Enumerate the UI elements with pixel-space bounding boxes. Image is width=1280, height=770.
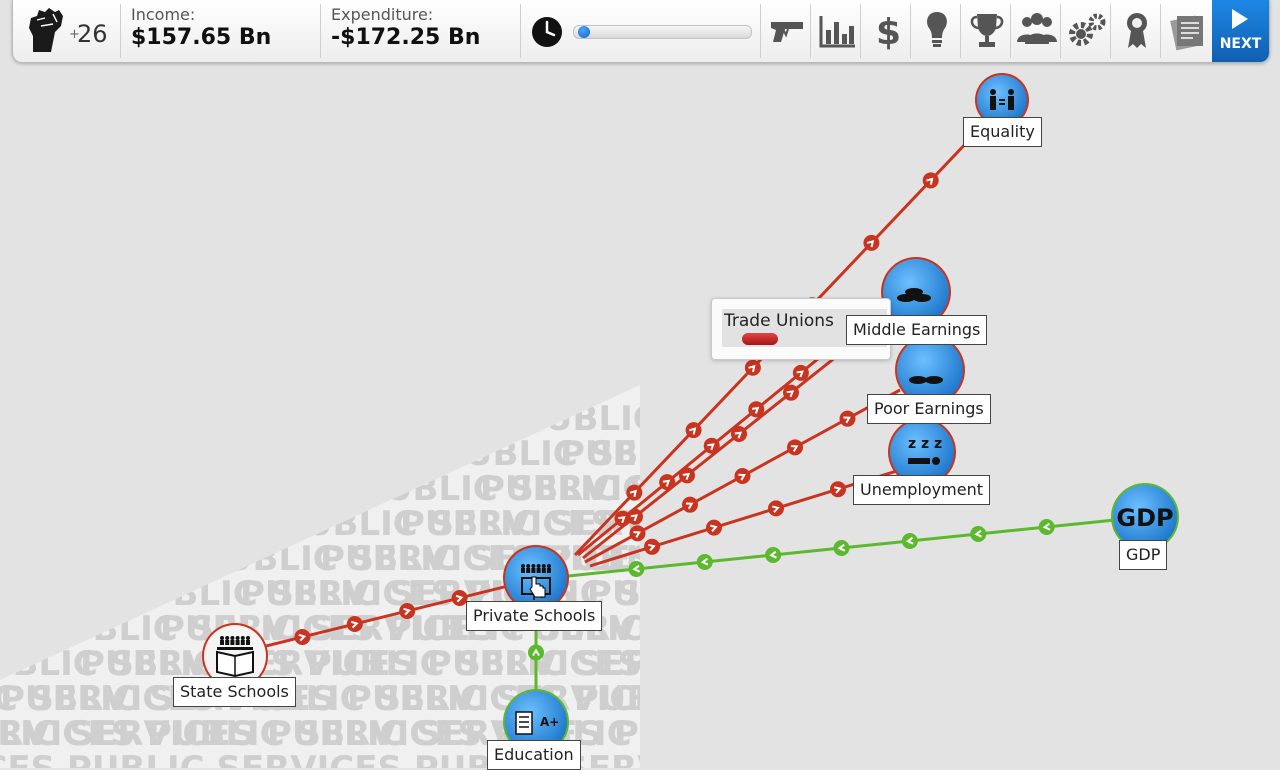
awards-button[interactable] — [1113, 6, 1161, 56]
political-capital[interactable]: + 26 — [21, 6, 121, 56]
tooltip-level-bar — [742, 333, 778, 345]
flow-marker — [922, 172, 939, 189]
flow-marker — [744, 359, 761, 376]
flow-marker — [833, 540, 850, 556]
svg-text:A+: A+ — [540, 715, 559, 729]
income-value: $157.65 Bn — [131, 25, 272, 50]
raised-fist-icon — [29, 8, 63, 52]
income-panel[interactable]: Income: $157.65 Bn — [131, 5, 271, 50]
gdp-label[interactable]: GDP — [1119, 540, 1168, 570]
gdp-icon-text: GDP — [1116, 504, 1173, 532]
flow-marker — [628, 561, 645, 577]
flow-marker — [839, 410, 856, 427]
flow-marker — [696, 554, 713, 570]
flow-marker — [863, 234, 880, 251]
voters-button[interactable] — [1013, 6, 1061, 56]
achievements-button[interactable] — [963, 6, 1011, 56]
poor-earnings-label[interactable]: Poor Earnings — [867, 394, 991, 424]
flow-marker — [294, 629, 311, 645]
ribbon-award-icon — [1127, 13, 1147, 48]
flow-marker — [644, 538, 660, 555]
flow-marker — [792, 364, 809, 381]
middle-earnings-label-overlay[interactable]: Middle Earnings — [846, 315, 988, 345]
svg-text:PUBLIC SERVICES PUBLIC SERVICE: PUBLIC SERVICES PUBLIC SERVICES PUBLIC S… — [240, 574, 1280, 614]
turn-progress-knob — [578, 26, 591, 38]
documents-icon — [1170, 15, 1203, 51]
unemployment-label[interactable]: Unemployment — [853, 475, 990, 505]
sleeping-icon: z z z — [908, 436, 942, 465]
statistics-button[interactable] — [813, 6, 861, 56]
flow-marker — [629, 525, 646, 542]
flow-marker — [970, 526, 987, 542]
political-capital-value: 26 — [77, 20, 108, 48]
flow-marker — [706, 519, 722, 536]
expenditure-value: -$172.25 Bn — [331, 25, 481, 50]
play-icon — [1232, 9, 1248, 29]
education-label[interactable]: Education — [487, 740, 581, 770]
state-schools-label[interactable]: State Schools — [173, 677, 296, 707]
flow-marker — [787, 439, 803, 456]
police-button[interactable] — [763, 6, 811, 56]
gears-icon — [1069, 13, 1106, 46]
flow-marker — [627, 508, 643, 525]
next-label: NEXT — [1219, 36, 1262, 52]
flow-marker — [346, 616, 363, 632]
flow-marker — [679, 467, 695, 484]
next-turn-button[interactable]: NEXT — [1212, 0, 1269, 62]
flow-marker — [783, 384, 799, 401]
people-icon — [1017, 13, 1057, 44]
expenditure-panel[interactable]: Expenditure: -$172.25 Bn — [331, 5, 480, 50]
flow-marker — [901, 533, 918, 549]
bar-chart-icon — [819, 16, 855, 48]
flow-marker — [626, 484, 643, 501]
flow-marker — [399, 603, 416, 619]
policy-map[interactable]: PUBLIC SERVICES PUBLIC SERVICES PUBLIC S… — [0, 0, 1280, 770]
pistol-icon — [771, 22, 803, 42]
dollar-icon: $ — [876, 12, 901, 53]
flow-marker — [682, 496, 698, 513]
flow-marker — [830, 481, 846, 498]
flow-marker — [1038, 519, 1055, 535]
trophy-icon — [970, 14, 1004, 47]
finance-button[interactable]: $ — [863, 6, 911, 56]
tooltip-title: Trade Unions — [724, 311, 834, 331]
svg-text:PUBLIC SERVICES PUBLIC SERVICE: PUBLIC SERVICES PUBLIC SERVICES PUBLIC S… — [160, 609, 1280, 649]
private-schools-label[interactable]: Private Schools — [466, 601, 603, 631]
lightbulb-icon — [927, 12, 947, 47]
svg-text:z z z: z z z — [908, 436, 942, 452]
public-services-watermark: PUBLIC SERVICES PUBLIC SERVICES PUBLIC S… — [0, 385, 1280, 768]
flow-marker — [731, 426, 747, 442]
flow-marker — [528, 644, 544, 661]
turn-progress-bar — [573, 25, 752, 39]
flow-marker — [734, 468, 751, 484]
income-label: Income: — [131, 5, 196, 24]
svg-text:$: $ — [876, 12, 901, 53]
settings-button[interactable] — [1063, 6, 1111, 56]
ideas-button[interactable] — [913, 6, 961, 56]
expenditure-label: Expenditure: — [331, 5, 434, 24]
top-bar: + 26 Income: $157.65 Bn Expenditure: -$1… — [12, 0, 1270, 63]
clock-icon — [532, 17, 562, 47]
flow-marker — [685, 422, 702, 439]
reports-button[interactable] — [1163, 6, 1211, 56]
flow-marker — [765, 547, 782, 563]
flow-marker — [768, 500, 784, 517]
equality-label[interactable]: Equality — [963, 117, 1042, 147]
svg-text:PUBLIC SERVICES PUBLIC SERVICE: PUBLIC SERVICES PUBLIC SERVICES PUBLIC S… — [0, 714, 1280, 754]
